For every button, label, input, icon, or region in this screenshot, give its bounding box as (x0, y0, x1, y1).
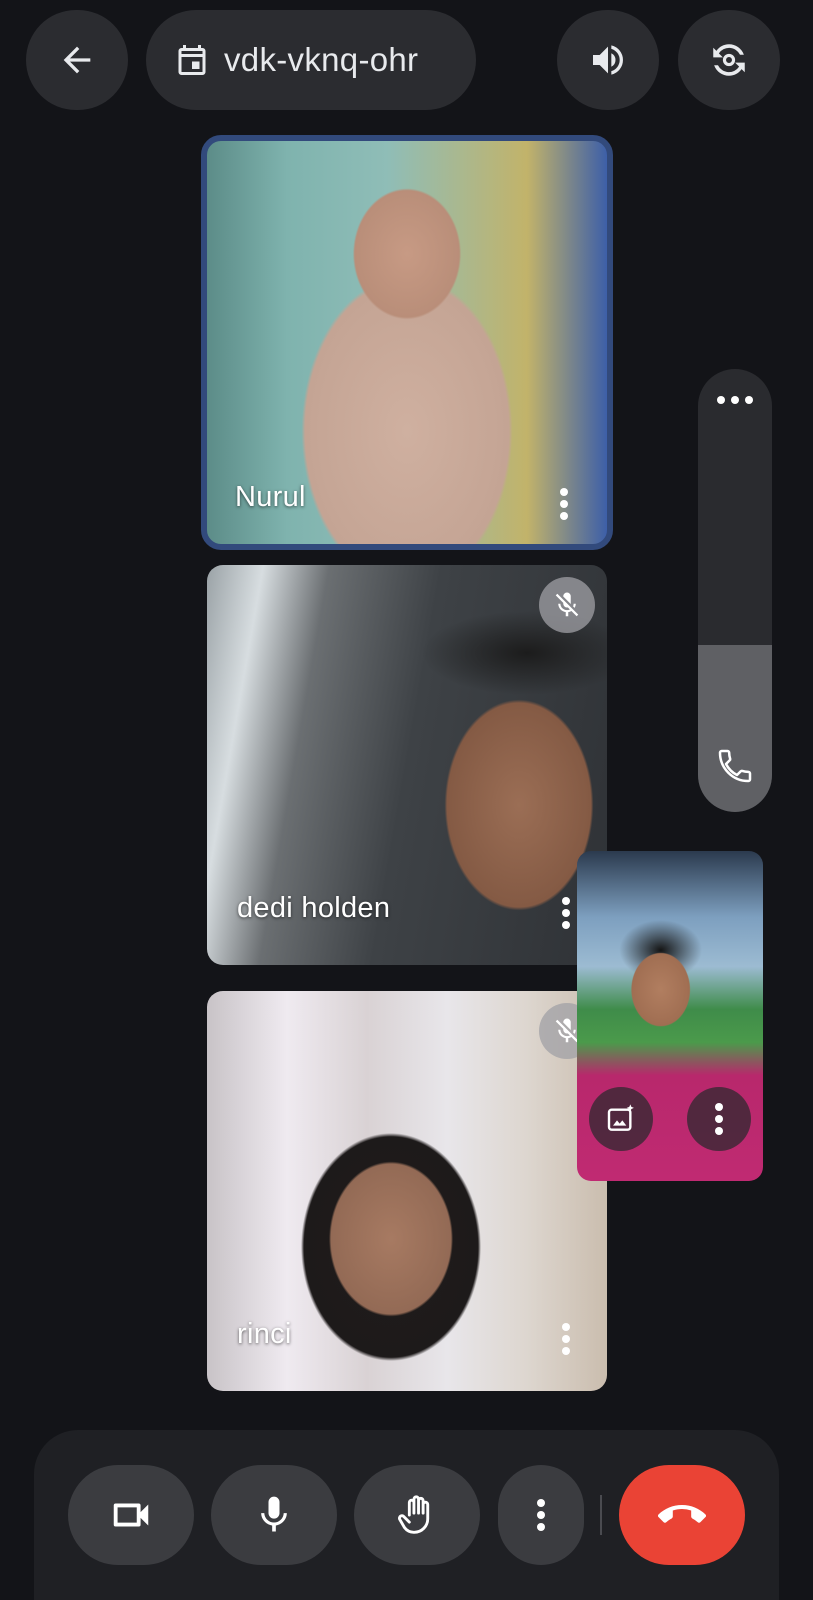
switch-camera-icon (708, 39, 750, 81)
participant-menu-button[interactable] (551, 1317, 581, 1361)
camera-icon (108, 1492, 154, 1538)
control-divider (600, 1495, 602, 1535)
phone-icon (715, 746, 755, 786)
participant-name: rinci (237, 1318, 292, 1350)
camera-toggle-button[interactable] (68, 1465, 194, 1565)
calendar-icon (174, 42, 210, 78)
side-more-button[interactable] (698, 395, 772, 405)
call-controls-bar (34, 1430, 779, 1600)
meet-call-screen: vdk-vknq-ohr Nurul dedi holden rinci (0, 0, 813, 1600)
more-horiz-icon (715, 395, 755, 405)
meeting-code: vdk-vknq-ohr (224, 41, 419, 78)
effects-icon (605, 1103, 637, 1135)
back-button[interactable] (26, 10, 128, 110)
participant-tile-rinci[interactable]: rinci (207, 991, 607, 1391)
self-view-menu-button[interactable] (687, 1087, 751, 1151)
microphone-toggle-button[interactable] (211, 1465, 337, 1565)
meeting-info-button[interactable]: vdk-vknq-ohr (146, 10, 476, 110)
side-panel-lower (698, 645, 772, 812)
more-vert-icon (561, 1322, 571, 1356)
more-vert-icon (559, 487, 569, 521)
audio-output-button[interactable] (557, 10, 659, 110)
volume-icon (588, 40, 628, 80)
participant-tile-nurul[interactable]: Nurul (201, 135, 613, 550)
participant-tile-dedi-holden[interactable]: dedi holden (207, 565, 607, 965)
microphone-icon (252, 1493, 296, 1537)
raise-hand-button[interactable] (354, 1465, 480, 1565)
participant-menu-button[interactable] (549, 482, 579, 526)
end-call-button[interactable] (619, 1465, 745, 1565)
raise-hand-icon (394, 1492, 440, 1538)
arrow-left-icon (57, 40, 97, 80)
more-options-button[interactable] (498, 1465, 584, 1565)
muted-badge (539, 577, 595, 633)
self-view-tile[interactable] (577, 851, 763, 1181)
end-call-icon (658, 1491, 706, 1539)
effects-button[interactable] (589, 1087, 653, 1151)
side-panel[interactable] (698, 369, 772, 812)
mic-off-icon (552, 590, 582, 620)
side-phone-button[interactable] (698, 746, 772, 786)
more-vert-icon (536, 1498, 546, 1532)
more-vert-icon (561, 896, 571, 930)
switch-camera-button[interactable] (678, 10, 780, 110)
participant-name: dedi holden (237, 892, 391, 924)
participant-name: Nurul (235, 481, 306, 513)
more-vert-icon (714, 1102, 724, 1136)
